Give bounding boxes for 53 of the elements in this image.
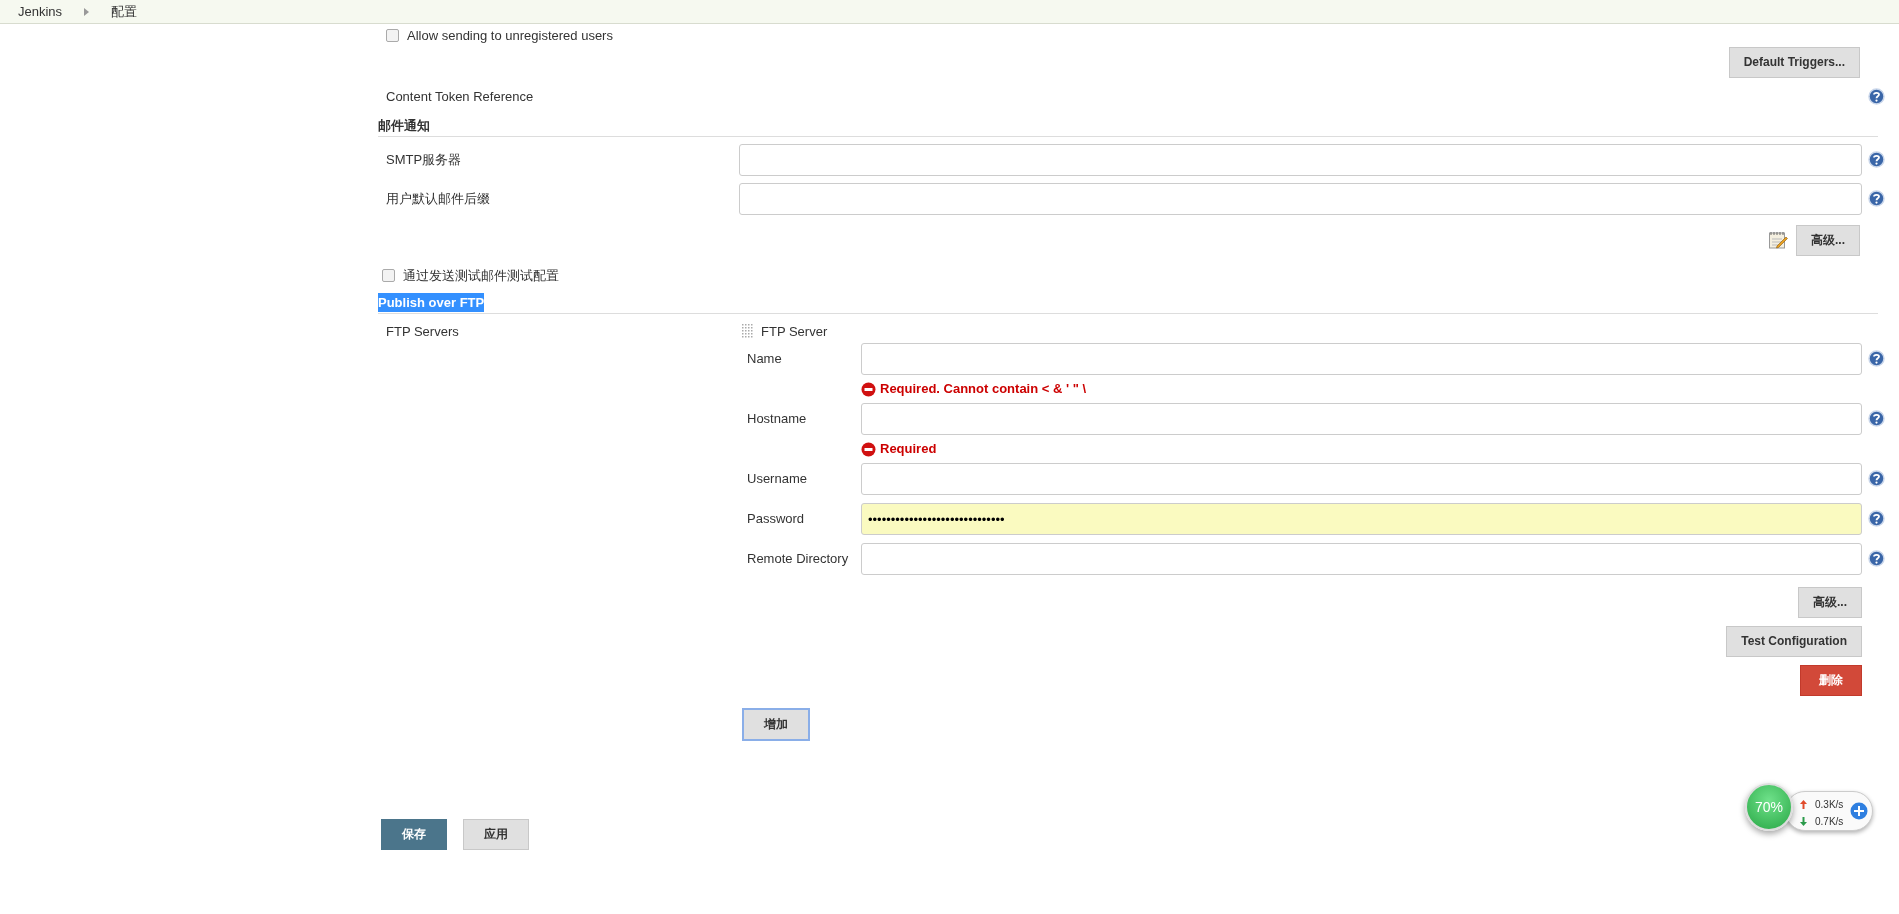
download-arrow-icon xyxy=(1800,817,1807,826)
error-icon xyxy=(861,441,876,457)
field-label: Content Token Reference xyxy=(386,88,534,104)
text-field[interactable] xyxy=(861,543,1862,575)
advanced-button[interactable]: 高级... xyxy=(1796,224,1860,256)
field-label: 用户默认邮件后缀 xyxy=(386,190,490,206)
field-label: Hostname xyxy=(747,411,807,426)
speed-reading: 0.7K/s xyxy=(1815,815,1844,829)
upload-arrow-icon xyxy=(1800,800,1807,809)
section-heading: 邮件通知 xyxy=(378,117,430,135)
help-icon[interactable] xyxy=(1867,510,1885,527)
secondary-button[interactable]: 高级... xyxy=(1798,587,1862,618)
default-triggers-button[interactable]: Default Triggers... xyxy=(1728,46,1860,78)
error-icon xyxy=(861,381,876,397)
error-message: Required xyxy=(880,440,937,459)
save-button[interactable]: 保存 xyxy=(381,819,447,850)
breadcrumb-link[interactable]: 配置 xyxy=(111,1,138,22)
text-field[interactable] xyxy=(861,343,1862,375)
checkbox-label: 通过发送测试邮件测试配置 xyxy=(403,266,559,285)
password-field[interactable]: •••••••••••••••••••••••••••••• xyxy=(861,503,1862,535)
secondary-button[interactable]: Test Configuration xyxy=(1726,626,1862,657)
breadcrumb-link[interactable]: Jenkins xyxy=(18,1,63,22)
checkbox[interactable] xyxy=(386,29,399,43)
apply-button[interactable]: 应用 xyxy=(463,819,529,850)
speed-reading: 0.3K/s xyxy=(1815,798,1844,812)
field-label: FTP Servers xyxy=(386,323,459,339)
help-icon[interactable] xyxy=(1867,550,1885,567)
text-field[interactable] xyxy=(739,143,1862,176)
error-message: Required. Cannot contain < & ' " \ xyxy=(880,380,1087,399)
delete-button[interactable]: 删除 xyxy=(1800,665,1862,696)
field-label: Password xyxy=(747,511,805,526)
text-field[interactable] xyxy=(861,463,1862,495)
help-icon[interactable] xyxy=(1867,410,1885,427)
text-field[interactable] xyxy=(739,182,1862,215)
section-heading: Publish over FTP xyxy=(378,293,485,312)
chevron-icon xyxy=(84,7,90,16)
help-icon[interactable] xyxy=(1867,87,1885,105)
plus-icon[interactable] xyxy=(1850,802,1868,820)
checkbox[interactable] xyxy=(382,268,395,282)
field-label: Username xyxy=(747,471,807,486)
field-label: Name xyxy=(747,351,782,366)
checkbox-label: Allow sending to unregistered users xyxy=(407,27,613,45)
add-button[interactable]: 增加 xyxy=(742,708,810,741)
field-label: SMTP服务器 xyxy=(386,151,462,167)
help-icon[interactable] xyxy=(1867,150,1885,168)
help-icon[interactable] xyxy=(1867,470,1885,487)
drag-handle-icon[interactable] xyxy=(742,324,753,339)
field-label: Remote Directory xyxy=(747,551,849,566)
notepad-icon[interactable] xyxy=(1768,230,1788,250)
text-field[interactable] xyxy=(861,403,1862,435)
subsection-title: FTP Server xyxy=(761,322,828,341)
help-icon[interactable] xyxy=(1867,189,1885,207)
help-icon[interactable] xyxy=(1867,350,1885,367)
